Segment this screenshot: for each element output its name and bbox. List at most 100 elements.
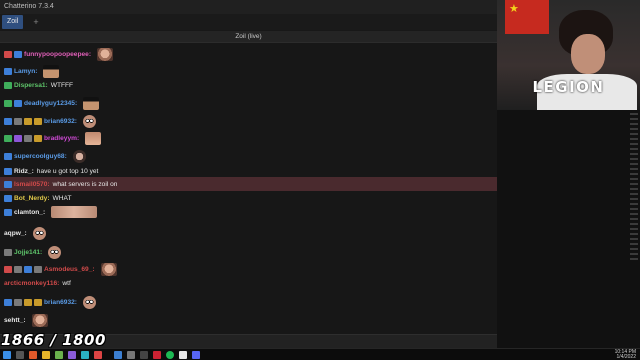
badge-icon [4,208,12,216]
badge-icon [4,180,12,188]
emote-icon[interactable] [83,295,96,309]
chat-text: wtf [62,279,71,287]
app-icon[interactable] [153,351,161,359]
emote-icon[interactable] [97,47,114,61]
chat-message[interactable]: bradleyym: [0,129,497,147]
brand-logo: LEGION [532,78,605,96]
chat-text: have u got top 10 yet [36,167,99,175]
clock-date: 1/4/2022 [616,354,636,360]
badge-icon [4,194,12,202]
badge-icon [4,67,12,75]
tab-zoil[interactable]: Zoil [2,15,24,29]
chat-username[interactable]: Jojje141: [14,249,42,256]
badge-icon [14,265,22,273]
search-icon[interactable] [16,351,24,359]
emote-icon[interactable] [72,149,86,163]
start-icon[interactable] [3,351,11,359]
app-icon[interactable] [29,351,37,359]
app-icon[interactable] [140,351,148,359]
badge-icon [4,248,12,256]
badge-icon [4,117,12,125]
app-icon[interactable] [42,351,50,359]
chat-username[interactable]: deadlyguy12345: [24,100,77,107]
badge-icon [34,298,42,306]
app-icon[interactable] [127,351,135,359]
emote-icon[interactable] [83,114,96,128]
chat-username[interactable]: Ismail0570: [14,181,50,188]
chat-username[interactable]: Ridz_: [14,168,34,175]
badge-icon [34,265,42,273]
game-side-panel [497,110,640,348]
app-icon[interactable] [179,351,187,359]
badge-icon [4,50,12,58]
chat-username[interactable]: bradleyym: [44,135,79,142]
badge-icon [14,134,22,142]
add-tab-button[interactable]: + [31,15,41,29]
chat-message[interactable]: aqpw_: [0,224,497,242]
badge-icon [4,134,12,142]
chat-text: what servers is zoil on [52,180,118,188]
chat-username[interactable]: brian6932: [44,118,77,125]
emote-icon[interactable] [83,96,100,110]
chat-username[interactable]: arcticmonkey116: [4,280,59,287]
app-icon[interactable] [55,351,63,359]
chat-username[interactable]: Bot_Nerdy: [14,195,50,202]
badge-icon [24,265,32,273]
badge-icon [4,81,12,89]
app-icon[interactable] [94,351,102,359]
chat-message[interactable]: brian6932: [0,293,497,311]
window-title: Chatterino 7.3.4 [4,3,54,10]
badge-icon [24,134,32,142]
emote-icon[interactable] [32,226,46,240]
app-icon[interactable] [81,351,89,359]
spotify-icon[interactable] [166,351,174,359]
chat-log[interactable]: funnypoopoopeepee: Lamyn: Dispersa1: WTFFF d… [0,43,497,334]
chat-username[interactable]: Dispersa1: [14,82,48,89]
chat-username[interactable]: sehtt_: [4,317,26,324]
channel-title: Zoil (live) [235,33,262,40]
chat-username[interactable]: Asmodeus_69_: [44,266,95,273]
badge-icon [4,265,12,273]
chat-username[interactable]: funnypoopoopeepee: [24,51,91,58]
chat-text: WHAT [52,194,72,202]
chat-message[interactable]: Dispersa1: WTFFF [0,78,497,92]
chatterino-icon[interactable] [114,351,122,359]
chat-message[interactable]: Ridz_: have u got top 10 yet [0,164,497,178]
chat-message[interactable]: clamton_: [0,203,497,221]
badge-icon [24,117,32,125]
app-icon[interactable] [68,351,76,359]
chat-message[interactable]: sehtt_: [0,311,497,329]
streamer-face [571,34,605,74]
chat-message[interactable]: arcticmonkey116: wtf [0,276,497,290]
scroll-markers [630,110,638,348]
chat-username[interactable]: clamton_: [14,209,45,216]
badge-icon [14,117,22,125]
chat-username[interactable]: aqpw_: [4,230,27,237]
emote-icon[interactable] [100,262,117,276]
chat-message[interactable]: deadlyguy12345: [0,94,497,112]
badge-icon [4,99,12,107]
badge-icon [24,298,32,306]
emote-icon[interactable] [31,313,48,327]
emote-icon[interactable] [43,64,60,78]
emote-icon[interactable] [85,131,102,145]
star-icon: ★ [509,3,519,15]
chat-message[interactable]: funnypoopoopeepee: [0,45,497,63]
badge-icon [4,152,12,160]
app-icon[interactable] [192,351,200,359]
chat-message[interactable]: Ismail0570: what servers is zoil on [0,177,497,191]
chat-message[interactable]: supercoolguy68: [0,147,497,165]
chat-username[interactable]: brian6932: [44,299,77,306]
badge-icon [34,117,42,125]
chat-message[interactable]: Jojje141: [0,243,497,261]
channel-header[interactable]: Zoil (live) [0,31,497,43]
system-clock[interactable]: 10:14 PM 1/4/2022 [615,350,636,360]
badge-icon [14,99,22,107]
emote-icon[interactable] [51,206,98,218]
chat-message[interactable]: brian6932: [0,112,497,130]
emote-icon[interactable] [48,245,62,259]
chat-username[interactable]: supercoolguy68: [14,153,67,160]
taskbar: 10:14 PM 1/4/2022 [0,348,640,360]
chat-username[interactable]: Lamyn: [14,68,37,75]
flag: ★ [505,0,549,34]
